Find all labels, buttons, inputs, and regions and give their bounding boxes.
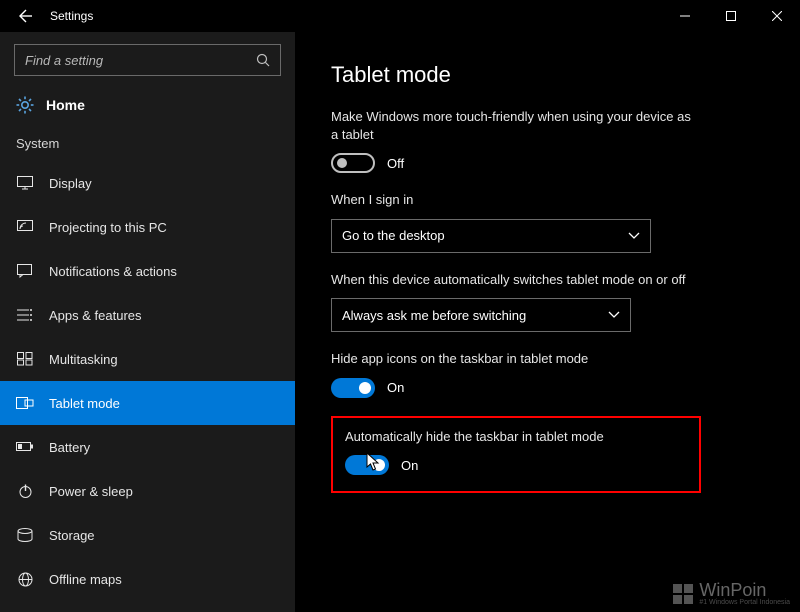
sidebar-item-notifications[interactable]: Notifications & actions <box>0 249 295 293</box>
minimize-button[interactable] <box>662 0 708 32</box>
sidebar-item-multitasking[interactable]: Multitasking <box>0 337 295 381</box>
close-icon <box>772 11 782 21</box>
sidebar-item-apps[interactable]: Apps & features <box>0 293 295 337</box>
sidebar-item-label: Projecting to this PC <box>49 220 167 235</box>
sidebar-item-display[interactable]: Display <box>0 161 295 205</box>
auto-switch-label: When this device automatically switches … <box>331 271 691 289</box>
gear-icon <box>16 96 34 114</box>
sidebar-item-label: Apps & features <box>49 308 142 323</box>
auto-switch-value: Always ask me before switching <box>342 308 526 323</box>
back-button[interactable] <box>4 0 44 32</box>
storage-icon <box>16 528 34 542</box>
multitasking-icon <box>16 352 34 366</box>
sidebar-item-offline-maps[interactable]: Offline maps <box>0 557 295 601</box>
battery-icon <box>16 441 34 453</box>
sidebar-nav: Display Projecting to this PC Notificati… <box>0 161 295 612</box>
sidebar-item-label: Display <box>49 176 92 191</box>
notifications-icon <box>16 264 34 278</box>
search-icon <box>256 53 270 67</box>
projecting-icon <box>16 220 34 234</box>
chevron-down-icon <box>608 311 620 319</box>
touch-friendly-toggle[interactable] <box>331 153 375 173</box>
sidebar: Home System Display Projecting to this P… <box>0 32 295 612</box>
chevron-down-icon <box>628 232 640 240</box>
signin-select[interactable]: Go to the desktop <box>331 219 651 253</box>
watermark: WinPoin #1 Windows Portal Indonesia <box>673 581 790 606</box>
sidebar-home[interactable]: Home <box>0 86 295 132</box>
apps-icon <box>16 308 34 322</box>
sidebar-item-label: Tablet mode <box>49 396 120 411</box>
sidebar-item-tablet-mode[interactable]: Tablet mode <box>0 381 295 425</box>
sidebar-item-label: Storage <box>49 528 95 543</box>
tablet-mode-icon <box>16 396 34 410</box>
close-button[interactable] <box>754 0 800 32</box>
sidebar-home-label: Home <box>46 97 85 113</box>
titlebar: Settings <box>0 0 800 32</box>
sidebar-item-label: Battery <box>49 440 90 455</box>
auto-hide-state: On <box>401 458 418 473</box>
auto-switch-select[interactable]: Always ask me before switching <box>331 298 631 332</box>
touch-friendly-label: Make Windows more touch-friendly when us… <box>331 108 691 143</box>
sidebar-item-storage[interactable]: Storage <box>0 513 295 557</box>
offline-maps-icon <box>16 572 34 587</box>
sidebar-item-label: Power & sleep <box>49 484 133 499</box>
sidebar-section-label: System <box>0 132 295 161</box>
sidebar-item-power-sleep[interactable]: Power & sleep <box>0 469 295 513</box>
content-pane: Tablet mode Make Windows more touch-frie… <box>295 32 800 612</box>
maximize-icon <box>726 11 736 21</box>
search-input[interactable] <box>25 53 256 68</box>
windows-logo-icon <box>673 584 693 604</box>
search-input-wrap[interactable] <box>14 44 281 76</box>
signin-value: Go to the desktop <box>342 228 445 243</box>
watermark-brand: WinPoin <box>699 581 790 599</box>
maximize-button[interactable] <box>708 0 754 32</box>
sidebar-item-projecting[interactable]: Projecting to this PC <box>0 205 295 249</box>
power-sleep-icon <box>16 484 34 499</box>
hide-icons-label: Hide app icons on the taskbar in tablet … <box>331 350 691 368</box>
page-title: Tablet mode <box>331 62 800 88</box>
auto-hide-label: Automatically hide the taskbar in tablet… <box>345 428 687 446</box>
display-icon <box>16 176 34 190</box>
arrow-left-icon <box>16 8 32 24</box>
hide-icons-state: On <box>387 380 404 395</box>
touch-friendly-state: Off <box>387 156 404 171</box>
minimize-icon <box>680 11 690 21</box>
sidebar-item-battery[interactable]: Battery <box>0 425 295 469</box>
window-title: Settings <box>44 9 93 23</box>
annotation-highlight: Automatically hide the taskbar in tablet… <box>331 416 701 494</box>
sidebar-item-label: Offline maps <box>49 572 122 587</box>
sidebar-item-label: Notifications & actions <box>49 264 177 279</box>
auto-hide-toggle[interactable] <box>345 455 389 475</box>
hide-icons-toggle[interactable] <box>331 378 375 398</box>
watermark-tagline: #1 Windows Portal Indonesia <box>699 599 790 606</box>
sidebar-item-label: Multitasking <box>49 352 118 367</box>
signin-label: When I sign in <box>331 191 691 209</box>
